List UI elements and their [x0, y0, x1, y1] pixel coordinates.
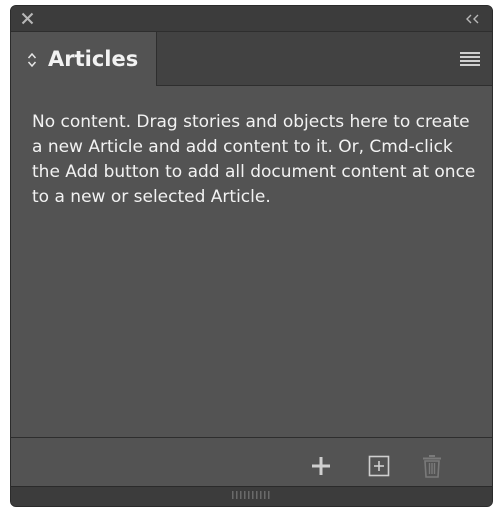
panel-footer [11, 437, 492, 488]
panel-resize-bar[interactable] [11, 486, 492, 506]
articles-list-area[interactable]: No content. Drag stories and objects her… [11, 86, 492, 437]
trash-icon[interactable] [420, 454, 444, 478]
up-down-arrows-icon [27, 52, 37, 68]
empty-state-message: No content. Drag stories and objects her… [32, 112, 476, 207]
plus-icon[interactable] [309, 454, 333, 478]
panel-tab-bar: Articles [11, 32, 492, 86]
articles-panel: Articles No content. Drag stories and ob… [10, 5, 493, 507]
resize-grip-icon[interactable] [232, 491, 272, 499]
tab-label: Articles [48, 47, 139, 71]
close-icon[interactable] [21, 12, 34, 25]
tab-articles[interactable]: Articles [11, 32, 157, 86]
new-article-icon[interactable] [367, 454, 391, 478]
collapse-panel-icon[interactable] [465, 14, 480, 24]
hamburger-menu-icon[interactable] [460, 52, 480, 66]
panel-title-bar[interactable] [11, 6, 492, 32]
